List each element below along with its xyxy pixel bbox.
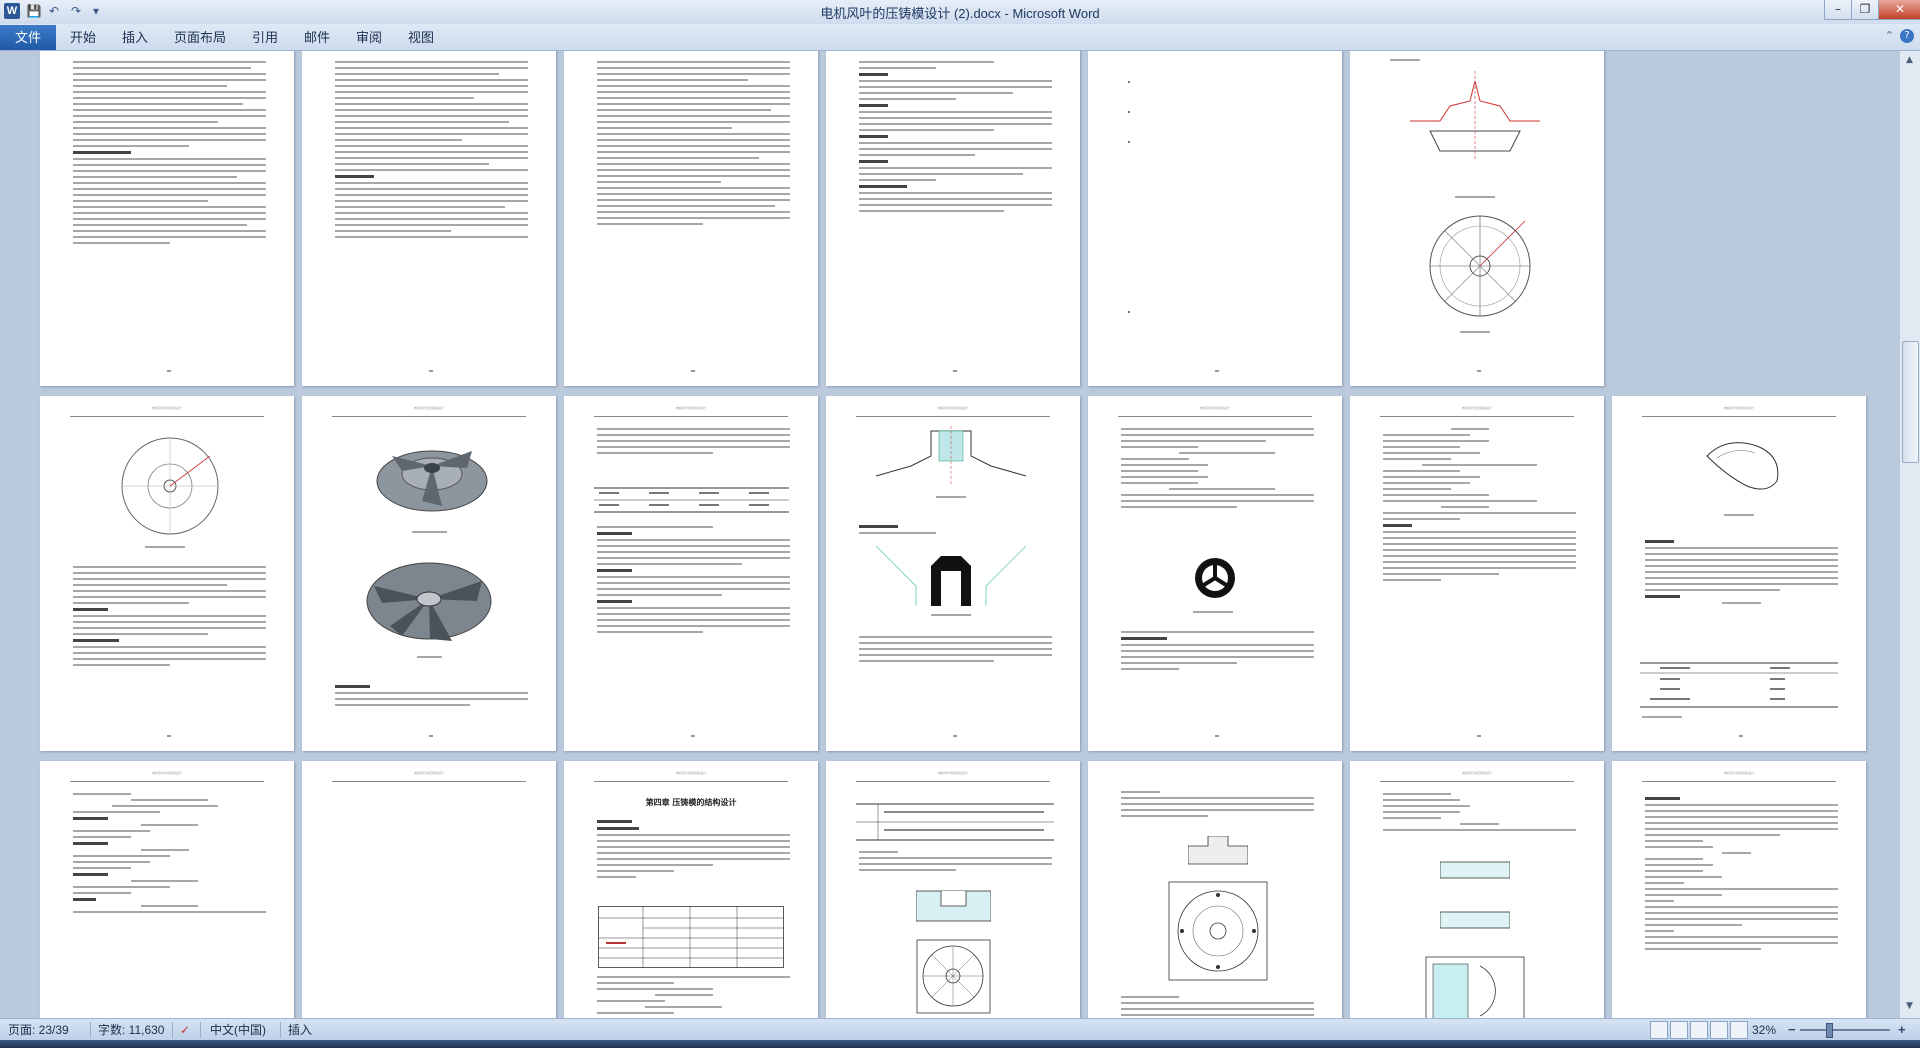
- restore-button[interactable]: ❐: [1851, 0, 1879, 20]
- document-page[interactable]: 电机风叶的压铸模设计: [302, 761, 556, 1018]
- minimize-ribbon-icon[interactable]: ⌃: [1885, 29, 1894, 42]
- document-page[interactable]: [1350, 51, 1604, 386]
- scroll-down-icon[interactable]: ▼: [1902, 999, 1917, 1014]
- page-count[interactable]: 页面: 23/39: [8, 1022, 69, 1038]
- insert-section-drawing: [916, 890, 991, 922]
- draft-view-icon[interactable]: [1730, 1021, 1748, 1039]
- status-bar: 页面: 23/39 字数: 11,630 ✓ 中文(中国) 插入 32% − +: [0, 1018, 1920, 1041]
- tab-file[interactable]: 文件: [0, 25, 56, 50]
- document-page[interactable]: 电机风叶的压铸模设计: [1350, 761, 1604, 1018]
- page-header: 电机风叶的压铸模设计: [937, 406, 968, 410]
- tab-home[interactable]: 开始: [64, 28, 102, 48]
- tab-view[interactable]: 视图: [402, 28, 440, 48]
- page-header: 电机风叶的压铸模设计: [1723, 771, 1754, 775]
- page-header: 电机风叶的压铸模设计: [413, 771, 444, 775]
- data-table: [594, 487, 789, 513]
- insert-mode-indicator[interactable]: 插入: [288, 1022, 312, 1038]
- print-layout-view-icon[interactable]: [1650, 1021, 1668, 1039]
- title-bar: W 💾 ↶ ↷ ▾ 电机风叶的压铸模设计 (2).docx - Microsof…: [0, 0, 1920, 25]
- zoom-slider-thumb[interactable]: [1826, 1023, 1833, 1038]
- customize-quick-access-icon[interactable]: ▾: [88, 4, 104, 19]
- page-header: 电机风叶的压铸模设计: [675, 771, 706, 775]
- document-page[interactable]: 电机风叶的压铸模设计: [826, 761, 1080, 1018]
- os-taskbar: [0, 1040, 1920, 1048]
- parameter-table: [1640, 662, 1838, 708]
- document-page[interactable]: 电机风叶的压铸模设计: [1350, 396, 1604, 751]
- insert-top-view-drawing: [916, 939, 991, 1014]
- proofing-icon[interactable]: ✓: [180, 1022, 190, 1038]
- close-button[interactable]: ✕: [1878, 0, 1920, 20]
- redo-icon[interactable]: ↷: [68, 4, 84, 19]
- document-page[interactable]: [564, 51, 818, 386]
- chapter-heading: 第四章 压铸模的结构设计: [645, 798, 737, 807]
- document-page[interactable]: [826, 51, 1080, 386]
- core-section-drawing: [1188, 836, 1248, 865]
- document-page[interactable]: [40, 51, 294, 386]
- document-area[interactable]: 电机风叶的压铸模设计 电机风叶的压铸模设计 电机风叶的压铸模设计 电机风叶的压铸…: [0, 51, 1900, 1018]
- zoom-in-icon[interactable]: +: [1898, 1022, 1906, 1037]
- full-screen-reading-view-icon[interactable]: [1670, 1021, 1688, 1039]
- vertical-scrollbar[interactable]: ▲ ▼: [1899, 51, 1920, 1018]
- word-app-icon[interactable]: W: [4, 3, 20, 19]
- tab-page-layout[interactable]: 页面布局: [168, 28, 232, 48]
- web-layout-view-icon[interactable]: [1690, 1021, 1708, 1039]
- tab-mailings[interactable]: 邮件: [298, 28, 336, 48]
- page-header: 电机风叶的压铸模设计: [1461, 406, 1492, 410]
- outline-view-icon[interactable]: [1710, 1021, 1728, 1039]
- zoom-slider[interactable]: [1800, 1029, 1890, 1031]
- fan-drawing: [121, 437, 219, 535]
- gating-system-drawing: [875, 426, 1027, 484]
- page-header: 电机风叶的压铸模设计: [151, 771, 182, 775]
- help-icon[interactable]: ?: [1900, 29, 1914, 43]
- minimize-button[interactable]: –: [1824, 0, 1852, 20]
- page-header: 电机风叶的压铸模设计: [413, 406, 444, 410]
- mold-base-drawing: [1425, 956, 1525, 1018]
- document-page[interactable]: 电机风叶的压铸模设计: [1088, 396, 1342, 751]
- tab-references[interactable]: 引用: [246, 28, 284, 48]
- page-header: 电机风叶的压铸模设计: [1723, 406, 1754, 410]
- undo-icon[interactable]: ↶: [46, 4, 62, 19]
- mold-section-drawing: [1410, 71, 1540, 161]
- page-header: 电机风叶的压铸模设计: [675, 406, 706, 410]
- save-icon[interactable]: 💾: [26, 4, 42, 19]
- fan-3d-render: [376, 450, 488, 512]
- page-header: 电机风叶的压铸模设计: [1461, 771, 1492, 775]
- word-count[interactable]: 字数: 11,630: [98, 1022, 164, 1038]
- document-page[interactable]: [302, 51, 556, 386]
- fan-top-view-drawing: [1429, 215, 1531, 317]
- page-header: 电机风叶的压铸模设计: [151, 406, 182, 410]
- moving-mold-plate-drawing: [1168, 881, 1268, 981]
- tolerance-table: [856, 803, 1054, 841]
- document-page[interactable]: 电机风叶的压铸模设计: [564, 396, 818, 751]
- language-indicator[interactable]: 中文(中国): [210, 1022, 266, 1038]
- ejector-symbol-drawing: [1195, 558, 1235, 598]
- document-page[interactable]: [1088, 761, 1342, 1018]
- scroll-up-icon[interactable]: ▲: [1902, 53, 1917, 68]
- document-page[interactable]: 电机风叶的压铸模设计: [1612, 396, 1866, 751]
- scrollbar-thumb[interactable]: [1902, 341, 1919, 463]
- ribbon-tab-bar: 文件 开始 插入 页面布局 引用 邮件 审阅 视图 ⌃ ?: [0, 24, 1920, 51]
- zoom-out-icon[interactable]: −: [1788, 1022, 1796, 1037]
- window-title: 电机风叶的压铸模设计 (2).docx - Microsoft Word: [820, 6, 1100, 21]
- process-parameter-table: [598, 906, 784, 968]
- page-header: 电机风叶的压铸模设计: [1199, 406, 1230, 410]
- page-header: 电机风叶的压铸模设计: [937, 771, 968, 775]
- document-page[interactable]: 电机风叶的压铸模设计: [40, 396, 294, 751]
- document-page[interactable]: 电机风叶的压铸模设计: [40, 761, 294, 1018]
- guide-pin-drawing: [1440, 861, 1510, 879]
- document-page[interactable]: 电机风叶的压铸模设计 第四章 压铸模的结构设计: [564, 761, 818, 1018]
- document-page[interactable]: 电机风叶的压铸模设计: [302, 396, 556, 751]
- guide-bush-drawing: [1440, 911, 1510, 929]
- tab-review[interactable]: 审阅: [350, 28, 388, 48]
- blade-shape-drawing: [1706, 442, 1779, 490]
- document-page[interactable]: [1088, 51, 1342, 386]
- zoom-level[interactable]: 32%: [1752, 1022, 1776, 1038]
- tab-insert[interactable]: 插入: [116, 28, 154, 48]
- fan-3d-render-underside: [366, 562, 492, 641]
- document-page[interactable]: 电机风叶的压铸模设计: [1612, 761, 1866, 1018]
- sprue-section-drawing: [876, 546, 1026, 606]
- document-page[interactable]: 电机风叶的压铸模设计: [826, 396, 1080, 751]
